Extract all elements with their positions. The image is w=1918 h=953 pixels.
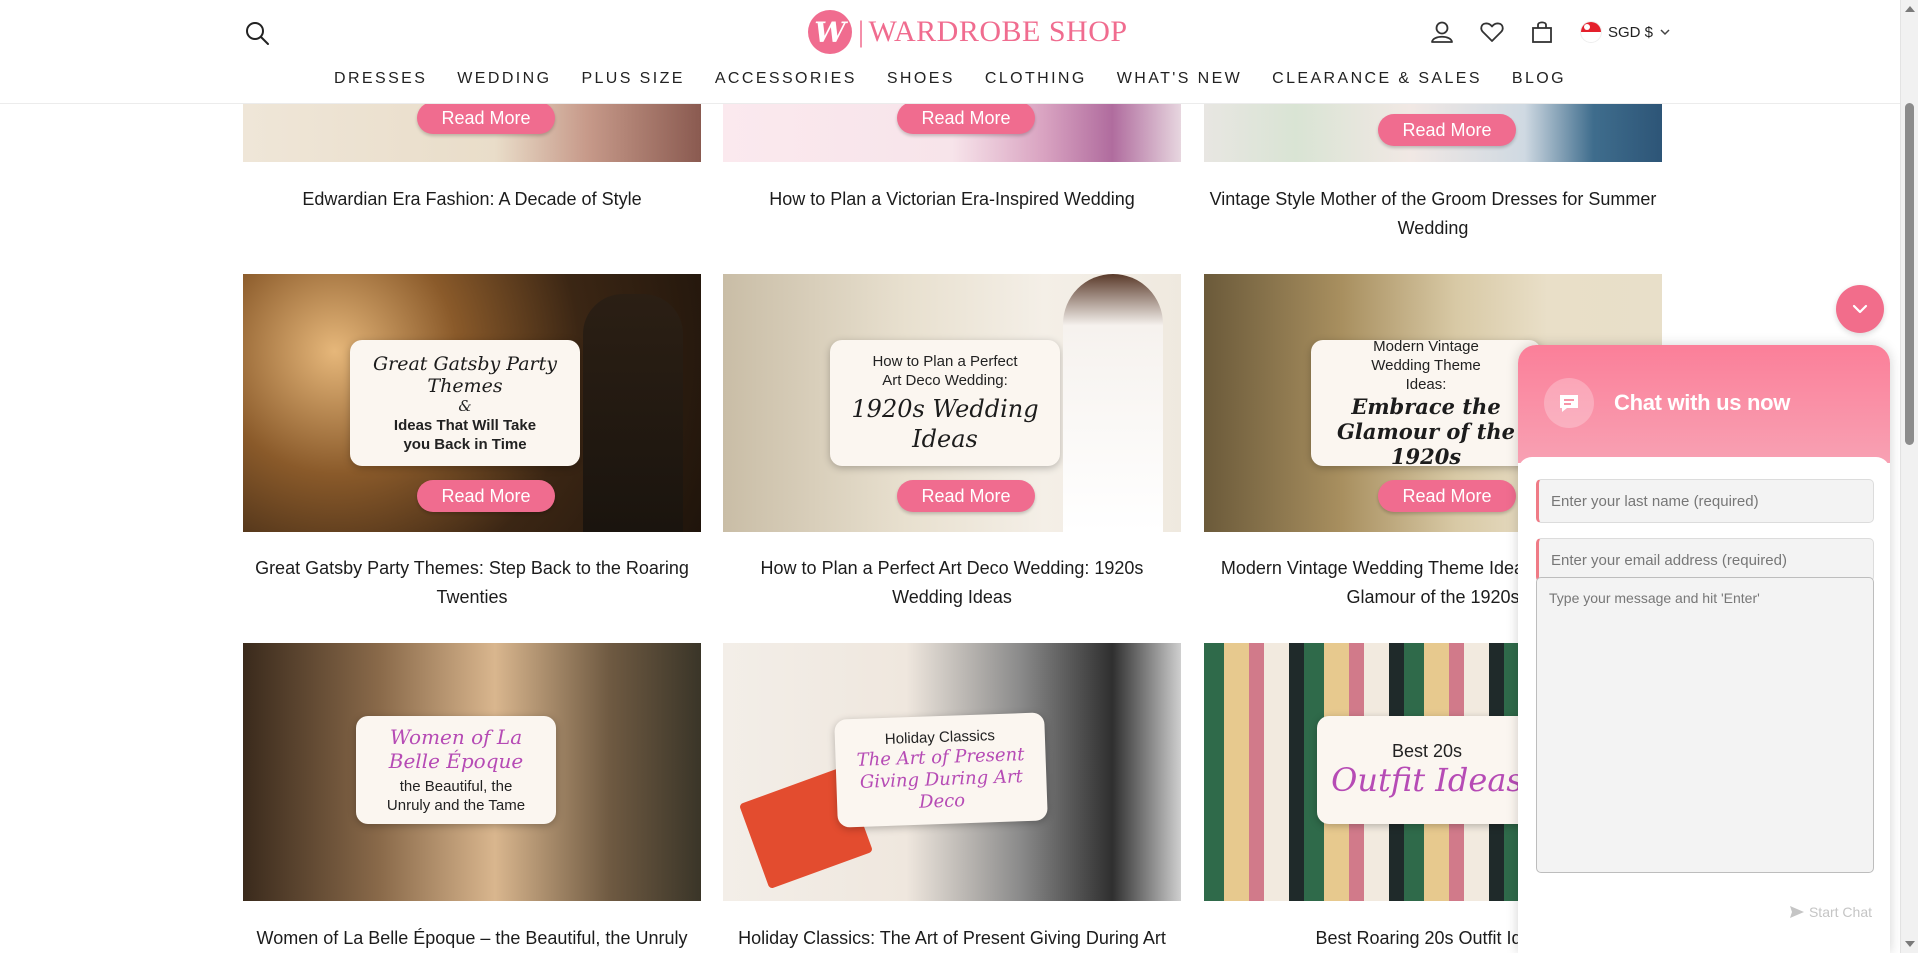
blog-card-image-holiday-classics[interactable]: Holiday Classics The Art of Present Givi… [723,643,1181,901]
gatsby-overlay-script: Great Gatsby Party Themes [372,352,558,397]
blog-card-image-gatsby[interactable]: Great Gatsby Party Themes & Ideas That W… [243,274,701,532]
modern-vintage-overlay: Modern Vintage Wedding Theme Ideas: Embr… [1311,338,1541,469]
modern-vintage-overlay-script: Embrace the Glamour of the 1920s [1336,394,1516,469]
blog-card-title[interactable]: How to Plan a Victorian Era-Inspired Wed… [723,185,1181,214]
gatsby-overlay-amp: & [458,396,472,415]
nav-blog[interactable]: BLOG [1497,70,1581,88]
logo-mark: W [808,10,852,54]
read-more-button[interactable]: Read More [1378,114,1516,146]
modern-vintage-overlay-top: Modern Vintage Wedding Theme Ideas: [1371,338,1481,393]
nav-clearance-sales[interactable]: CLEARANCE & SALES [1257,70,1497,88]
blog-card-title[interactable]: Women of La Belle Époque – the Beautiful… [243,924,701,953]
blog-card-title[interactable]: Great Gatsby Party Themes: Step Back to … [243,554,701,612]
outfit-ideas-overlay: Best 20s Outfit Ideas [1317,716,1537,824]
chat-title: Chat with us now [1614,390,1791,415]
belle-epoque-overlay-sub: the Beautiful, the Unruly and the Tame [386,778,526,814]
main-nav: DRESSES WEDDING PLUS SIZE ACCESSORIES SH… [0,70,1900,88]
chat-minimize-button[interactable] [1836,285,1884,333]
wishlist-heart-icon[interactable] [1478,18,1506,46]
gatsby-figure [583,294,683,532]
read-more-button[interactable]: Read More [897,104,1035,134]
bride-figure [1063,274,1163,532]
scroll-up-arrow[interactable] [1905,6,1915,12]
art-deco-overlay: How to Plan a Perfect Art Deco Wedding: … [830,340,1060,466]
nav-wedding[interactable]: WEDDING [442,70,566,88]
page-scrollbar[interactable] [1900,0,1918,953]
scroll-down-arrow[interactable] [1905,941,1915,947]
blog-card-title[interactable]: Holiday Classics: The Art of Present Giv… [723,924,1181,953]
read-more-button[interactable]: Read More [1378,480,1516,512]
gatsby-overlay-sub: Ideas That Will Take you Back in Time [393,416,537,453]
logo-divider: | [858,15,865,48]
holiday-classics-overlay: Holiday Classics The Art of Present Givi… [834,712,1048,828]
blog-card-title[interactable]: Vintage Style Mother of the Groom Dresse… [1204,185,1662,243]
search-icon[interactable] [244,20,270,46]
blog-card-image-art-deco-wedding[interactable]: How to Plan a Perfect Art Deco Wedding: … [723,274,1181,532]
nav-accessories[interactable]: ACCESSORIES [700,70,872,88]
send-icon [1789,906,1804,918]
chat-email-input[interactable] [1536,538,1874,582]
cart-bag-icon[interactable] [1528,18,1556,46]
blog-card-image-victorian-wedding[interactable]: Read More [723,104,1181,162]
chat-header: Chat with us now [1518,345,1890,463]
read-more-button[interactable]: Read More [897,480,1035,512]
chat-form: Start Chat [1518,457,1890,953]
outfit-ideas-overlay-top: Best 20s [1391,740,1463,761]
nav-clothing[interactable]: CLOTHING [970,70,1102,88]
belle-epoque-overlay: Women of La Belle Époque the Beautiful, … [356,716,556,824]
chevron-down-icon [1660,29,1670,36]
art-deco-overlay-top: How to Plan a Perfect Art Deco Wedding: [872,353,1018,389]
currency-label: SGD $ [1608,23,1654,41]
nav-whats-new[interactable]: WHAT'S NEW [1102,70,1257,88]
blog-card-image-edwardian[interactable]: Read More [243,104,701,162]
blog-card-title[interactable]: Edwardian Era Fashion: A Decade of Style [243,185,701,214]
read-more-button[interactable]: Read More [417,104,555,134]
blog-card-title[interactable]: How to Plan a Perfect Art Deco Wedding: … [723,554,1181,612]
scroll-thumb[interactable] [1905,103,1914,445]
nav-plus-size[interactable]: PLUS SIZE [566,70,699,88]
logo-text: WARDROBE SHOP [868,15,1128,48]
site-logo[interactable]: W | WARDROBE SHOP [808,10,1128,54]
belle-epoque-overlay-script: Women of La Belle Époque [388,725,524,773]
gatsby-overlay: Great Gatsby Party Themes & Ideas That W… [350,340,580,466]
outfit-ideas-overlay-script: Outfit Ideas [1331,760,1523,799]
singapore-flag-icon [1580,21,1602,43]
chat-bubble-icon [1544,378,1594,428]
chat-widget: Chat with us now Start Chat [1518,345,1890,953]
nav-shoes[interactable]: SHOES [872,70,970,88]
currency-selector[interactable]: SGD $ [1580,21,1671,43]
start-chat-label: Start Chat [1808,904,1872,920]
chat-message-input[interactable] [1536,577,1874,873]
read-more-button[interactable]: Read More [417,480,555,512]
chat-last-name-input[interactable] [1536,479,1874,523]
start-chat-button[interactable]: Start Chat [1789,904,1872,920]
chevron-down-icon [1852,304,1868,314]
holiday-classics-overlay-script: The Art of Present Giving During Art Dec… [856,743,1025,813]
art-deco-overlay-script: 1920s Wedding Ideas [851,395,1039,453]
site-header: W | WARDROBE SHOP SGD $ DRESSES WEDDING P… [0,0,1900,104]
account-icon[interactable] [1428,18,1456,46]
nav-dresses[interactable]: DRESSES [319,70,442,88]
blog-card-image-belle-epoque[interactable]: Women of La Belle Époque the Beautiful, … [243,643,701,901]
header-actions: SGD $ [1428,18,1671,46]
blog-card-image-mother-groom[interactable]: Read More [1204,104,1662,162]
